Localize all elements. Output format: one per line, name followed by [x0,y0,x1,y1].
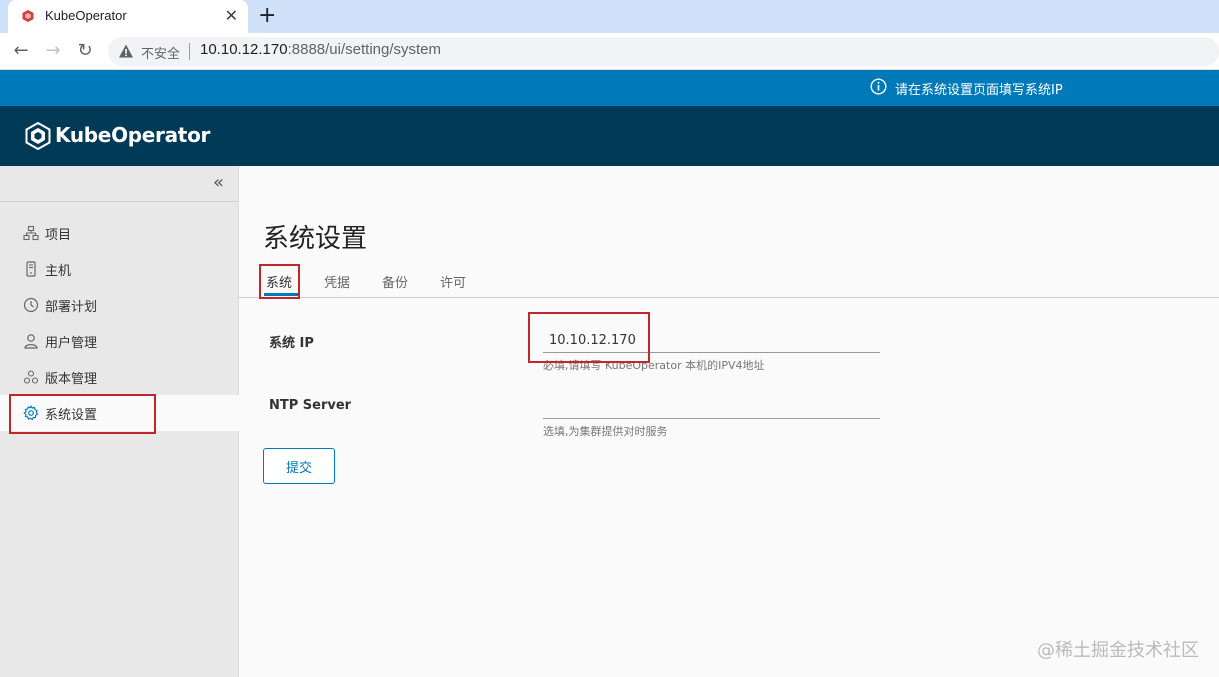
back-button[interactable]: ← [10,40,32,61]
sidebar-collapse-button[interactable]: « [213,172,224,193]
system-ip-label: 系统 IP [269,336,314,351]
url-path: :8888/ui/setting/system [287,41,442,58]
page-title: 系统设置 [263,224,368,254]
info-icon [870,78,887,95]
brand-name[interactable]: KubeOperator [55,123,210,147]
browser-tab-title: KubeOperator [45,8,127,23]
sidebar-item-host[interactable]: 主机 [0,251,239,287]
user-icon [24,334,38,349]
security-status[interactable]: 不安全 [141,43,180,62]
ntp-server-helper: 选填,为集群提供对时服务 [543,425,668,438]
kubeoperator-favicon-icon [22,10,34,22]
app-header: KubeOperator [0,106,1219,166]
forward-button[interactable]: → [42,40,64,61]
kubeoperator-logo-icon[interactable] [25,122,51,150]
ip-input-highlight [528,312,650,363]
sidebar-item-deploy-plan[interactable]: 部署计划 [0,287,239,323]
tab-system-highlight [259,264,300,299]
warning-icon [119,44,133,58]
sidebar-item-label: 版本管理 [45,372,98,387]
sidebar-item-label: 用户管理 [45,336,98,351]
banner-message: 请在系统设置页面填写系统IP [895,83,1063,98]
ntp-server-label: NTP Server [269,398,352,413]
sidebar-settings-highlight [9,394,156,434]
address-bar[interactable]: 不安全 10.10.12.170:8888/ui/setting/system [108,37,1219,66]
submit-button[interactable]: 提交 [263,448,335,484]
browser-nav-bar: ← → ↻ 不安全 10.10.12.170:8888/ui/setting/s… [0,33,1219,70]
url-text[interactable]: 10.10.12.170:8888/ui/setting/system [200,41,441,58]
watermark-text: @稀土掘金技术社区 [1037,640,1199,661]
sidebar-item-label: 项目 [45,228,72,243]
url-host: 10.10.12.170 [200,41,288,58]
settings-tabs: 系统 凭据 备份 许可 [239,262,1219,298]
sidebar-item-user-management[interactable]: 用户管理 [0,323,239,359]
reload-button[interactable]: ↻ [74,40,96,61]
tab-backup[interactable]: 备份 [382,272,408,291]
sidebar-item-version-management[interactable]: 版本管理 [0,359,239,395]
close-tab-icon[interactable]: ✕ [225,6,238,25]
address-separator [189,43,190,60]
sidebar-item-label: 部署计划 [45,300,98,315]
ntp-server-input[interactable] [543,395,880,419]
project-icon [23,225,39,241]
clock-icon [23,297,39,313]
sidebar-item-project[interactable]: 项目 [0,215,239,251]
info-banner: 请在系统设置页面填写系统IP [0,70,1219,106]
sidebar-item-label: 主机 [45,264,72,279]
tab-license[interactable]: 许可 [440,272,466,291]
new-tab-button[interactable]: + [258,3,276,28]
sidebar-divider [0,201,239,202]
main-content: 系统设置 系统 凭据 备份 许可 [239,166,1219,677]
version-icon [23,370,39,384]
tab-credentials[interactable]: 凭据 [324,272,350,291]
host-icon [26,261,36,277]
browser-tab-bar: KubeOperator ✕ + [0,0,1219,33]
browser-tab[interactable]: KubeOperator ✕ [8,0,248,33]
